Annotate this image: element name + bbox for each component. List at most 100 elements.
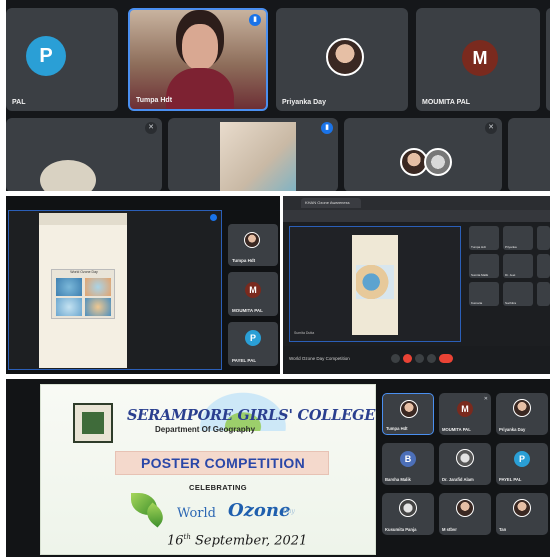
- participant-tile[interactable]: B Barsha Malik: [382, 443, 434, 485]
- participant-name: Tan: [499, 527, 507, 532]
- avatar: [326, 38, 364, 76]
- poster-panel: [85, 298, 111, 316]
- participant-tile[interactable]: [537, 282, 550, 306]
- participant-tile[interactable]: Suchitra: [503, 282, 533, 306]
- browser-tab-bar: KHAN Ozone Awareness: [283, 196, 550, 210]
- college-name: SERAMPORE GIRLS' COLLEGE: [127, 407, 376, 424]
- participant-tile[interactable]: Tan: [496, 493, 548, 535]
- participant-name: Priyanka: [505, 245, 517, 249]
- mic-toggle-button[interactable]: [391, 354, 400, 363]
- presenter-label: Sumita Dutta: [294, 331, 315, 335]
- mic-off-icon: ✕: [485, 122, 497, 134]
- camera-toggle-button[interactable]: [403, 354, 412, 363]
- participant-name: Kumaria: [471, 301, 483, 305]
- date-rest: September, 2021: [190, 533, 308, 549]
- poster-heading: World Ozone Day: [70, 270, 98, 274]
- participant-tile[interactable]: ✕: [344, 118, 502, 191]
- meeting-screen-left: World Ozone Day Tumpa Hdt M MOUMITA PAL …: [6, 196, 280, 374]
- participant-video-tile[interactable]: ▮ Tumpa Hdt: [128, 8, 268, 111]
- more-options-button[interactable]: [427, 354, 436, 363]
- avatar: [456, 449, 474, 467]
- avatar: M: [457, 401, 473, 417]
- participant-tile[interactable]: [508, 118, 550, 191]
- avatar: P: [26, 36, 66, 76]
- day-text: Day: [283, 508, 295, 515]
- participant-tile[interactable]: [537, 254, 550, 278]
- participant-tile[interactable]: Dr. Jeet: [503, 254, 533, 278]
- participant-tile[interactable]: Priyanka: [503, 226, 533, 250]
- poster-image: World Ozone Day: [51, 269, 115, 319]
- world-text: World: [177, 506, 216, 521]
- participant-tile[interactable]: M MOUMITA PAL: [416, 8, 540, 111]
- participant-name: Kusumita Panja: [385, 527, 417, 532]
- department-name: Department Of Geography: [155, 425, 256, 434]
- participant-tile[interactable]: Priyanka Day: [496, 393, 548, 435]
- meeting-controls: World Ozone Day Competition: [283, 346, 550, 374]
- browser-tab[interactable]: KHAN Ozone Awareness: [301, 198, 361, 208]
- participant-tile[interactable]: Tumpa Hdt: [469, 226, 499, 250]
- participant-tile[interactable]: ▮: [168, 118, 338, 191]
- participant-tile[interactable]: Priyanka Day: [276, 8, 408, 111]
- shared-document: [352, 235, 398, 335]
- college-logo: [73, 403, 113, 443]
- ozone-text: Ozone: [228, 500, 291, 521]
- shared-poster-thumbnail: [220, 122, 296, 191]
- participant-name: Priyanka Day: [282, 99, 326, 106]
- participant-video: [182, 24, 218, 70]
- mic-icon: ▮: [321, 122, 333, 134]
- participant-tile[interactable]: M stbvr: [439, 493, 491, 535]
- title-slide: SERAMPORE GIRLS' COLLEGE Department Of G…: [40, 384, 376, 555]
- participant-grid: Tumpa Hdt Priyanka Sumita Malik Dr. Jeet…: [469, 226, 550, 344]
- avatar: [513, 499, 531, 517]
- participant-tile[interactable]: Sumita Malik: [469, 254, 499, 278]
- participant-name: Tumpa Hdt: [471, 245, 486, 249]
- participant-name: Barsha Malik: [385, 477, 411, 482]
- screen-share-area: World Ozone Day: [8, 210, 222, 370]
- meeting-screen-right: KHAN Ozone Awareness Sumita Dutta Tumpa …: [283, 196, 550, 374]
- avatar: M: [462, 40, 498, 76]
- poster-image: [356, 265, 394, 299]
- participant-tile[interactable]: [537, 226, 550, 250]
- participant-name: Suchitra: [505, 301, 517, 305]
- participant-name: Dr. Jeet: [505, 273, 516, 277]
- date-day: 16: [167, 533, 184, 549]
- leave-call-button[interactable]: [439, 354, 453, 363]
- participant-name: PAYEL PAL: [499, 477, 522, 482]
- event-banner: POSTER COMPETITION: [115, 451, 329, 475]
- avatar: B: [400, 451, 416, 467]
- participant-name: Dr. Jarafid Alam: [442, 477, 474, 482]
- date-suffix: th: [183, 533, 191, 541]
- participant-tile[interactable]: ✕: [6, 118, 162, 191]
- participant-tile[interactable]: M MOUMITA PAL ✕: [439, 393, 491, 435]
- participant-tile[interactable]: Tumpa Hdt: [228, 224, 278, 266]
- celebrating-label: CELEBRATING: [189, 483, 248, 492]
- avatar: [424, 148, 452, 176]
- participant-tile[interactable]: P PAYEL PAL: [496, 443, 548, 485]
- poster-panel: [85, 278, 111, 296]
- avatar: M: [245, 282, 261, 298]
- participant-tile[interactable]: P PAL: [6, 8, 118, 111]
- address-bar[interactable]: [283, 210, 550, 222]
- participant-name: Priyanka Day: [499, 427, 526, 432]
- doc-header: [39, 213, 127, 225]
- meeting-grid-top: P PAL ▮ Tumpa Hdt Priyanka Day M MOUMITA…: [6, 0, 550, 191]
- avatar: [513, 399, 531, 417]
- mic-icon: [210, 214, 217, 221]
- participant-tile[interactable]: P PAYEL PAL: [228, 322, 278, 366]
- participant-tile[interactable]: M MOUMITA PAL: [228, 272, 278, 316]
- participant-name: M stbvr: [442, 527, 457, 532]
- participant-tile[interactable]: Tumpa Hdt: [382, 393, 434, 435]
- participant-name: PAYEL PAL: [232, 358, 257, 363]
- screen-share-area: Sumita Dutta: [289, 226, 461, 342]
- avatar: [399, 499, 417, 517]
- participant-tile[interactable]: [546, 8, 550, 111]
- participant-tile[interactable]: Dr. Jarafid Alam: [439, 443, 491, 485]
- avatar: [400, 400, 418, 418]
- poster-panel: [56, 278, 82, 296]
- participant-name: Tumpa Hdt: [136, 97, 173, 104]
- avatar: P: [514, 451, 530, 467]
- participant-tile[interactable]: Kumaria: [469, 282, 499, 306]
- participant-tile[interactable]: Kusumita Panja: [382, 493, 434, 535]
- participant-video-body: [166, 68, 234, 109]
- present-button[interactable]: [415, 354, 424, 363]
